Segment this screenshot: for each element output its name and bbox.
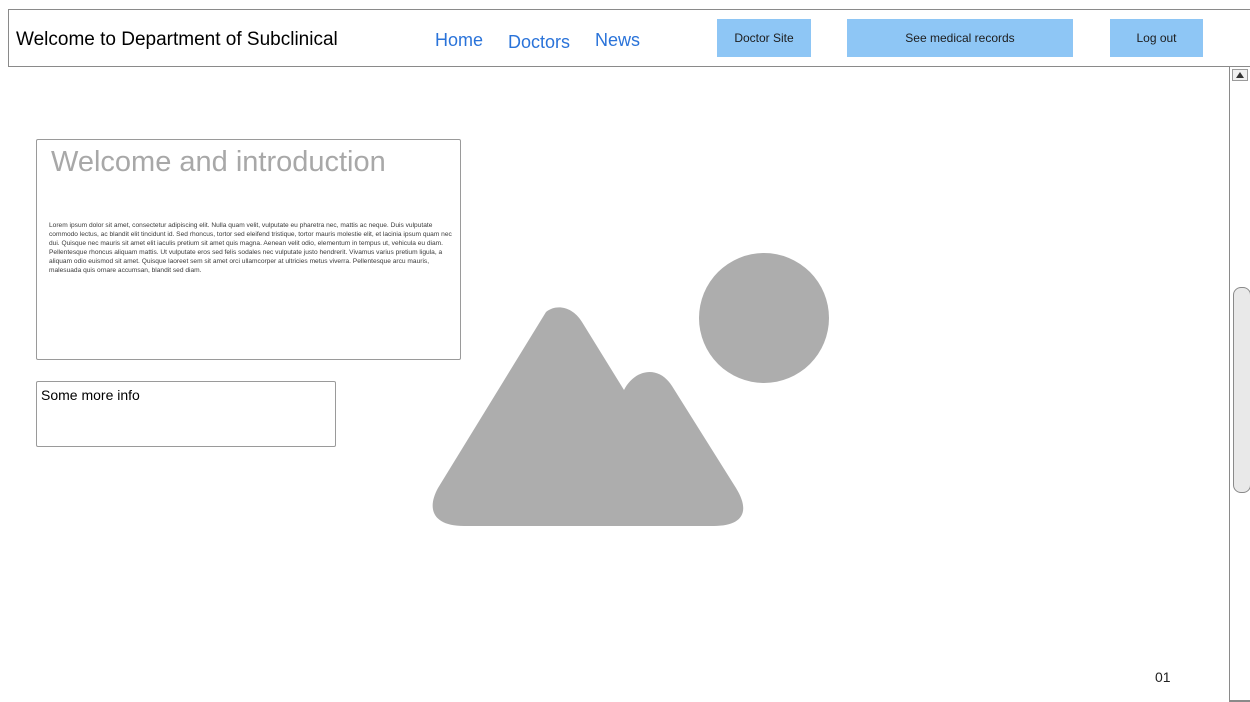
- arrow-up-icon: [1236, 72, 1244, 78]
- page-number: 01: [1155, 669, 1171, 685]
- nav-doctors-link[interactable]: Doctors: [508, 32, 570, 53]
- page: Welcome to Department of Subclinical Hom…: [0, 0, 1250, 702]
- sun-circle: [699, 253, 829, 383]
- vertical-scrollbar[interactable]: [1229, 67, 1250, 702]
- logout-button[interactable]: Log out: [1110, 19, 1203, 57]
- more-info-panel: Some more info: [36, 381, 336, 447]
- site-title: Welcome to Department of Subclinical: [16, 29, 338, 50]
- header-bar: Welcome to Department of Subclinical Hom…: [8, 9, 1250, 67]
- mountain-shape: [432, 307, 744, 526]
- scrollbar-thumb[interactable]: [1233, 287, 1250, 493]
- top-strip: [0, 0, 1250, 8]
- see-medical-records-button[interactable]: See medical records: [847, 19, 1073, 57]
- nav-home-link[interactable]: Home: [435, 30, 483, 51]
- doctor-site-button[interactable]: Doctor Site: [717, 19, 811, 57]
- intro-title: Welcome and introduction: [51, 146, 386, 178]
- intro-body-text: Lorem ipsum dolor sit amet, consectetur …: [49, 222, 452, 274]
- nav-news-link[interactable]: News: [595, 30, 640, 51]
- scroll-up-button[interactable]: [1232, 69, 1248, 81]
- image-placeholder-icon: [432, 253, 829, 526]
- more-info-text: Some more info: [41, 387, 140, 403]
- intro-panel: Welcome and introduction Lorem ipsum dol…: [36, 139, 461, 360]
